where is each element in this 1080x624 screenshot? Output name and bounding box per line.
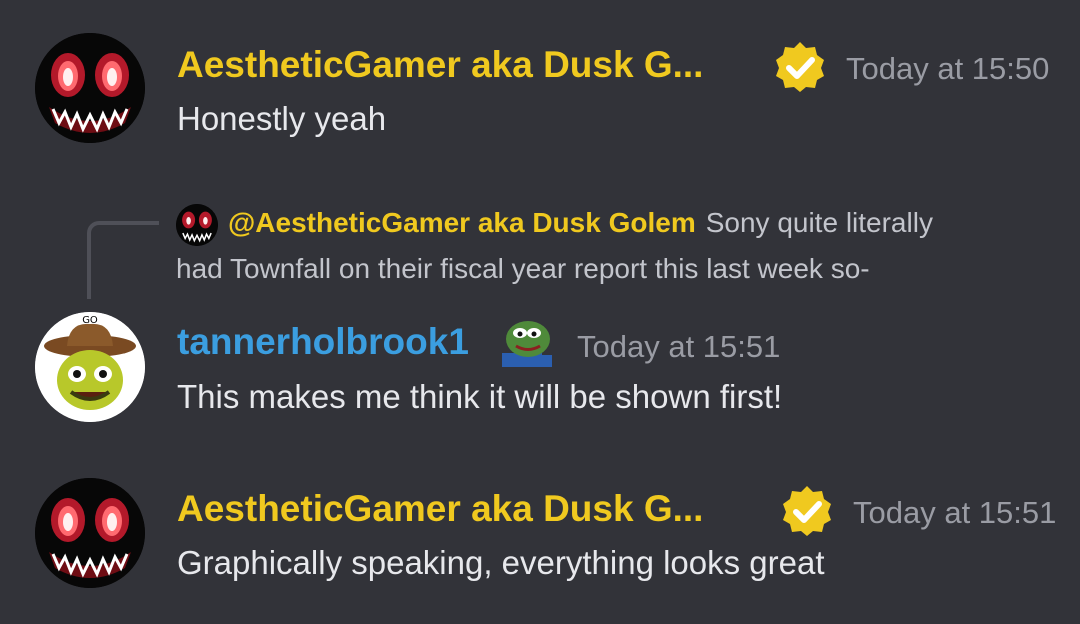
cowboy-frog-icon: GO (35, 312, 145, 422)
demon-face-icon (35, 33, 145, 143)
author-name[interactable]: AestheticGamer aka Dusk G... (177, 44, 703, 86)
author-name[interactable]: AestheticGamer aka Dusk G... (177, 488, 703, 530)
avatar-aestheticgamer[interactable] (35, 33, 145, 143)
timestamp: Today at 15:51 (853, 495, 1057, 530)
avatar-aestheticgamer[interactable] (35, 478, 145, 588)
verified-badge-icon (776, 42, 824, 92)
message-text: Honestly yeah (177, 100, 387, 137)
reply-text-line2: had Townfall on their fiscal year report… (176, 253, 870, 284)
reply-text-line1: Sony quite literally (705, 207, 933, 238)
timestamp: Today at 15:50 (846, 51, 1050, 86)
reply-preview[interactable]: @AestheticGamer aka Dusk Golem Sony quite… (176, 200, 1056, 292)
avatar-tannerholbrook1[interactable]: GO (35, 312, 145, 422)
demon-face-icon (176, 203, 218, 246)
reply-avatar (176, 203, 218, 246)
reply-mention[interactable]: @AestheticGamer aka Dusk Golem (228, 207, 696, 238)
demon-face-icon (35, 478, 145, 588)
reply-connector (87, 221, 159, 299)
message-text: This makes me think it will be shown fir… (177, 378, 783, 415)
verified-badge-icon (783, 486, 831, 536)
avatar-label: GO (82, 315, 98, 326)
message-text: Graphically speaking, everything looks g… (177, 544, 825, 581)
author-name[interactable]: tannerholbrook1 (177, 321, 469, 363)
timestamp: Today at 15:51 (577, 329, 781, 364)
pepe-emoji-icon (502, 321, 552, 367)
